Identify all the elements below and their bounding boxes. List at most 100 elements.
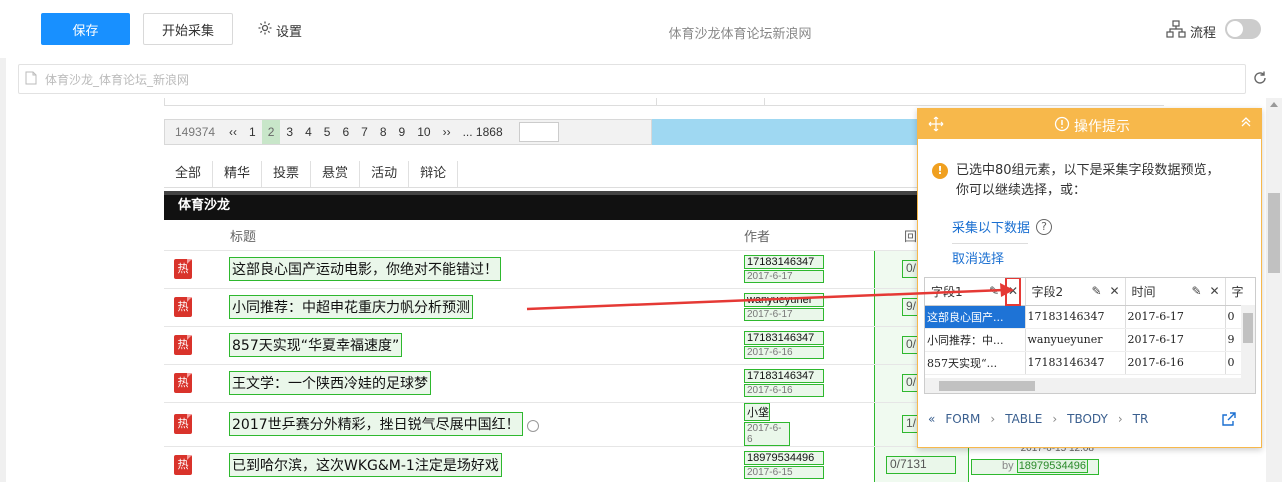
pagination-last[interactable]: ... 1868 (457, 120, 509, 144)
pagination-prev[interactable]: ‹‹ (223, 120, 243, 144)
divider (952, 243, 1028, 244)
grid-vertical-scrollbar[interactable] (1241, 305, 1255, 393)
grid-cell[interactable]: 2017-6-16 (1125, 351, 1226, 375)
tab-featured[interactable]: 精华 (213, 161, 263, 187)
grid-cell[interactable]: 2017-6-17 (1125, 305, 1226, 329)
thread-author[interactable]: 17183146347 (744, 331, 824, 345)
flow-toggle[interactable] (1225, 19, 1261, 39)
element-path-breadcrumb: « FORM › TABLE › TBODY › TR (928, 412, 1148, 426)
notice-text: 已选中80组元素，以下是采集字段数据预览，你可以继续选择，或： (956, 163, 1220, 198)
close-icon[interactable]: ✕ (1008, 284, 1018, 298)
thread-author[interactable]: 小垡 (744, 402, 770, 421)
breadcrumb-prev[interactable]: « (928, 412, 935, 426)
page-link[interactable]: 7 (355, 120, 374, 144)
pagination-next[interactable]: ›› (437, 120, 457, 144)
last-post-author[interactable]: 18979534496 (1016, 459, 1088, 473)
hot-icon: 热 (174, 373, 192, 393)
thread-title[interactable]: 王文学：一个陕西冷娃的足球梦 (229, 371, 431, 395)
pagination-total: 149374 (175, 125, 216, 139)
close-icon[interactable]: ✕ (1110, 284, 1120, 298)
grid-cell[interactable]: 17183146347 (1025, 305, 1126, 329)
operation-hint-panel: 操作提示 ! 已选中80组元素，以下是采集字段数据预览，你可以继续选择，或： 采… (917, 108, 1262, 448)
scrollbar-thumb[interactable] (939, 381, 1035, 391)
thread-date: 2017-6-17 (744, 308, 824, 321)
last-post-by-prefix: by (1002, 460, 1014, 472)
grid-col-time[interactable]: 时间 ✎ ✕ (1125, 278, 1226, 306)
col-author: 作者 (744, 222, 874, 251)
edit-icon[interactable]: ✎ (1192, 284, 1202, 298)
start-collect-button[interactable]: 开始采集 (143, 13, 233, 45)
thread-title[interactable]: 857天实现“华夏幸福速度” (229, 333, 403, 357)
tab-debate[interactable]: 辩论 (409, 161, 459, 187)
gear-icon (257, 20, 273, 40)
thread-title[interactable]: 2017世乒赛分外精彩，挫日锐气尽展中国红！ (229, 412, 523, 436)
collapse-icon[interactable] (1239, 115, 1253, 133)
panel-header[interactable]: 操作提示 (918, 109, 1261, 139)
page-link[interactable]: 5 (318, 120, 337, 144)
flow-button[interactable]: 流程 (1166, 20, 1216, 42)
edit-icon[interactable]: ✎ (989, 284, 999, 298)
thread-author[interactable]: 17183146347 (744, 255, 824, 269)
flow-label: 流程 (1190, 25, 1217, 41)
grid-col-field4[interactable]: 字 (1225, 278, 1255, 306)
settings-button[interactable]: 设置 (257, 20, 302, 40)
attachment-icon (526, 419, 539, 432)
page-link[interactable]: 8 (374, 120, 393, 144)
document-icon (25, 71, 37, 88)
grid-col-field1[interactable]: 字段1 ✎ ✕ (925, 278, 1026, 306)
col-title: 标题 (204, 222, 744, 251)
grid-cell[interactable]: 这部良心国产... (925, 305, 1026, 329)
page-link[interactable]: 1 (243, 120, 262, 144)
thread-date: 2017-6-15 (744, 466, 824, 479)
tab-reward[interactable]: 悬赏 (311, 161, 361, 187)
close-icon[interactable]: ✕ (1210, 284, 1220, 298)
breadcrumb-item[interactable]: TR (1133, 412, 1149, 426)
tab-all[interactable]: 全部 (164, 161, 214, 187)
grid-col-label: 字段1 (931, 284, 963, 299)
thread-date: 2017-6-17 (744, 270, 824, 283)
help-icon[interactable]: ? (1036, 218, 1053, 235)
thread-title[interactable]: 小同推荐：中超申花重庆力帆分析预测 (229, 295, 473, 319)
page-link[interactable]: 6 (336, 120, 355, 144)
grid-cell[interactable]: 857天实现“... (925, 351, 1026, 375)
thread-date: 2017-6-6 (744, 421, 790, 446)
cancel-selection-link[interactable]: 取消选择 (952, 248, 1004, 267)
page-link[interactable]: 3 (280, 120, 299, 144)
thread-title[interactable]: 已到哈尔滨，这次WKG&M-1注定是场好戏 (229, 453, 502, 477)
page-jump-input[interactable] (518, 122, 559, 142)
tab-vote[interactable]: 投票 (262, 161, 312, 187)
grid-row: 这部良心国产... 17183146347 2017-6-17 0 (925, 305, 1255, 329)
edit-icon[interactable]: ✎ (1092, 284, 1102, 298)
scrollbar-thumb[interactable] (1243, 313, 1253, 343)
save-button[interactable]: 保存 (41, 13, 130, 45)
breadcrumb-item[interactable]: TBODY (1067, 412, 1108, 426)
grid-cell[interactable]: wanyueyuner (1025, 328, 1126, 352)
thread-title[interactable]: 这部良心国产运动电影，你绝对不能错过！ (229, 257, 501, 281)
scroll-up-icon[interactable] (1270, 102, 1278, 107)
page-link[interactable]: 9 (393, 120, 412, 144)
page-link[interactable]: 4 (299, 120, 318, 144)
thread-author[interactable]: wanyueyuner (744, 293, 824, 307)
breadcrumb-item[interactable]: TABLE (1005, 412, 1042, 426)
scrollbar-thumb[interactable] (1268, 193, 1280, 273)
url-bar[interactable]: 体育沙龙_体育论坛_新浪网 (18, 64, 1246, 94)
page-scrollbar[interactable] (1266, 98, 1282, 482)
thread-author[interactable]: 18979534496 (744, 451, 824, 465)
info-icon (1054, 116, 1070, 136)
grid-cell[interactable]: 17183146347 (1025, 351, 1126, 375)
grid-horizontal-scrollbar[interactable] (925, 378, 1241, 393)
hot-icon: 热 (174, 335, 192, 355)
grid-cell[interactable]: 2017-6-17 (1125, 328, 1226, 352)
collect-data-link[interactable]: 采集以下数据 ? (952, 217, 1053, 236)
page-link[interactable]: 10 (411, 120, 436, 144)
move-icon[interactable] (928, 116, 944, 136)
grid-col-field2[interactable]: 字段2 ✎ ✕ (1025, 278, 1126, 306)
page-link-current[interactable]: 2 (261, 120, 281, 144)
refresh-button[interactable] (1249, 68, 1271, 90)
breadcrumb-item[interactable]: FORM (945, 412, 980, 426)
grid-cell[interactable]: 小同推荐：中... (925, 328, 1026, 352)
tab-activity[interactable]: 活动 (360, 161, 410, 187)
external-link-icon[interactable] (1221, 411, 1237, 430)
thread-author[interactable]: 17183146347 (744, 369, 824, 383)
breadcrumb-separator: › (1052, 412, 1058, 426)
